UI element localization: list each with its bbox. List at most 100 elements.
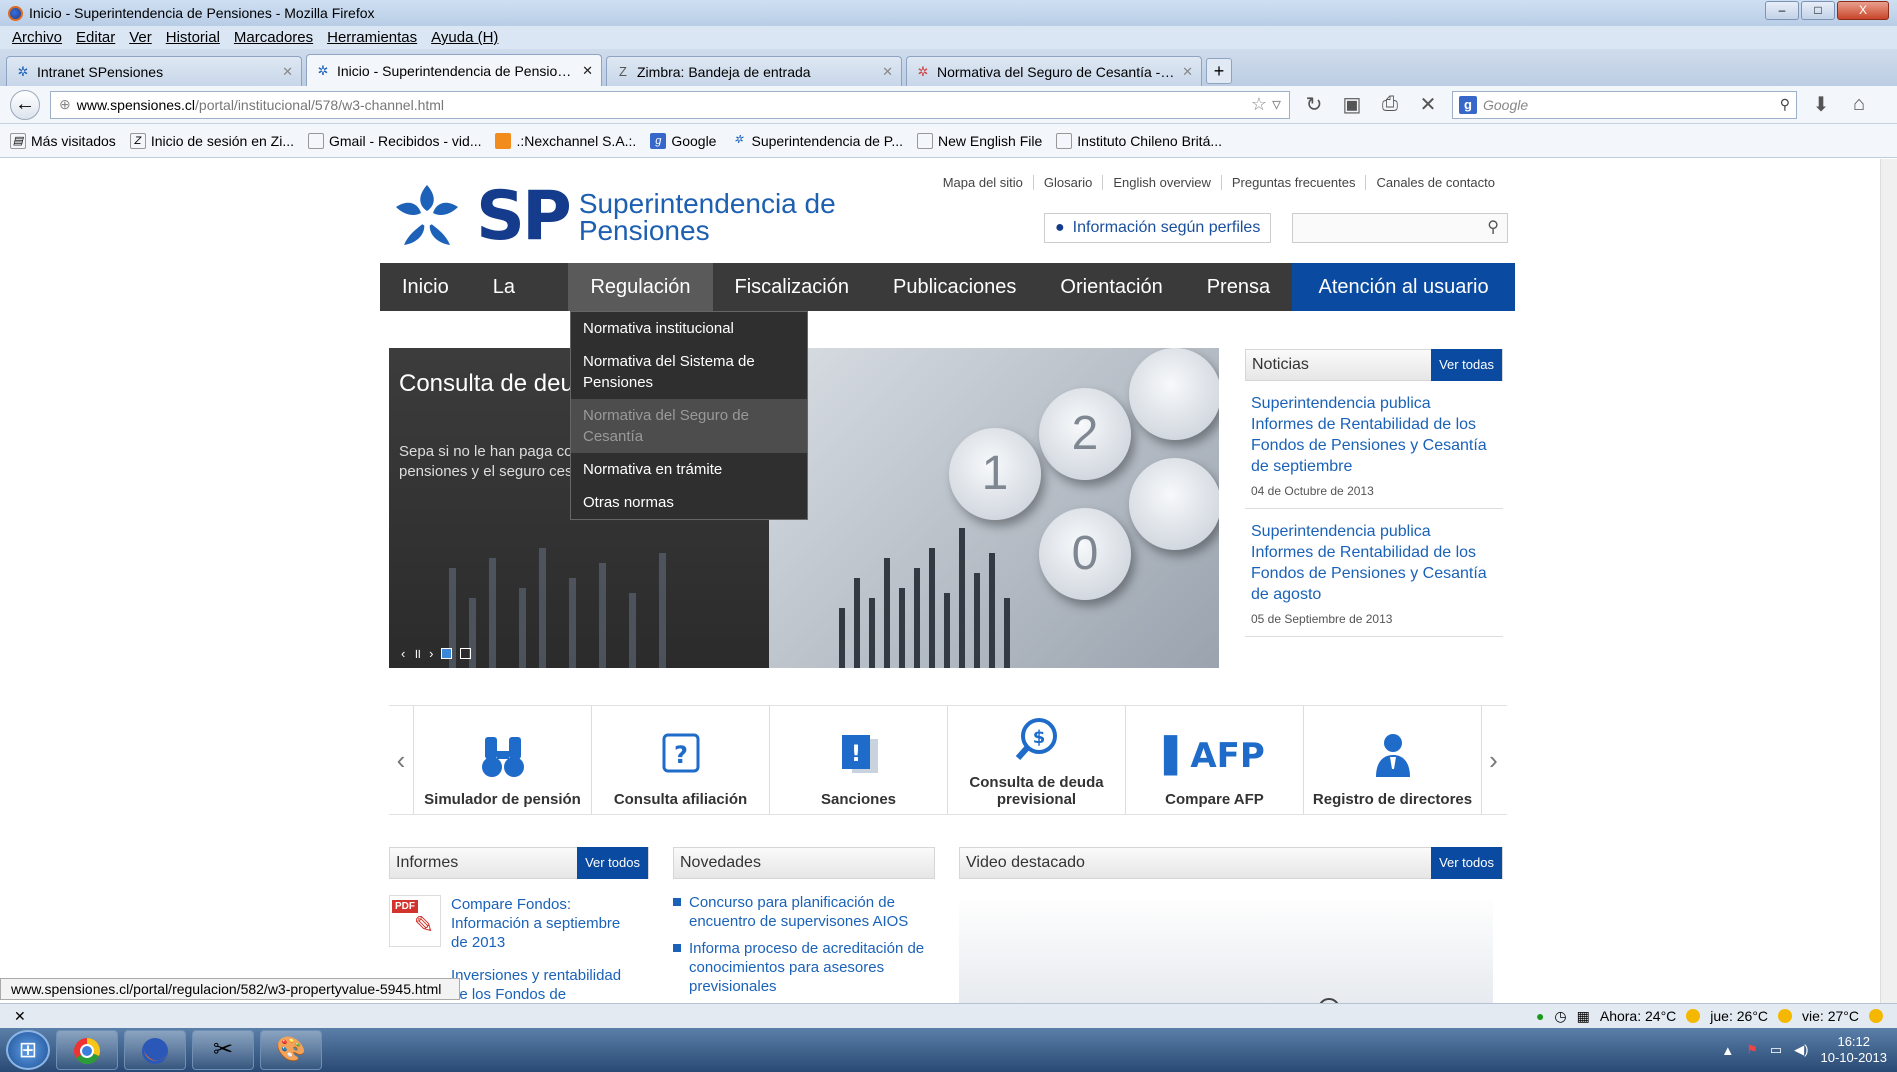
search-icon[interactable]: ⚲ bbox=[1780, 96, 1790, 113]
tab-inicio[interactable]: ✲ Inicio - Superintendencia de Pensiones… bbox=[306, 54, 602, 86]
menu-archivo[interactable]: Archivo bbox=[12, 29, 62, 46]
bookmark-gmail[interactable]: Gmail - Recibidos - vid... bbox=[308, 132, 481, 149]
bookmark-zimbra[interactable]: Z Inicio de sesión en Zi... bbox=[129, 132, 294, 149]
nav-fiscalizacion[interactable]: Fiscalización bbox=[713, 263, 871, 311]
dropdown-item-hovered[interactable]: Normativa del Seguro de Cesantía bbox=[571, 399, 807, 453]
close-window-button[interactable]: X bbox=[1837, 1, 1889, 20]
bookmark-nexchannel[interactable]: .:Nexchannel S.A.:. bbox=[495, 132, 636, 149]
search-input[interactable]: g Google ⚲ bbox=[1452, 90, 1797, 119]
link-mapa-sitio[interactable]: Mapa del sitio bbox=[933, 175, 1033, 190]
stop-icon[interactable]: ✕ bbox=[1414, 92, 1442, 117]
link-preguntas-frecuentes[interactable]: Preguntas frecuentes bbox=[1220, 175, 1366, 190]
shortcut-consulta-afiliacion[interactable]: ? Consulta afiliación bbox=[591, 706, 769, 814]
nav-prensa[interactable]: Prensa bbox=[1185, 263, 1292, 311]
shortcut-registro-directores[interactable]: Registro de directores bbox=[1303, 706, 1481, 814]
link-english-overview[interactable]: English overview bbox=[1102, 175, 1221, 190]
ver-todos-video-button[interactable]: Ver todos bbox=[1431, 847, 1502, 879]
menu-herramientas[interactable]: Herramientas bbox=[327, 29, 417, 46]
bookmark-label: Más visitados bbox=[31, 132, 116, 149]
bookmark-google[interactable]: g Google bbox=[650, 132, 716, 149]
close-tab-icon[interactable]: ✕ bbox=[282, 64, 293, 80]
site-search-input[interactable]: ⚲ bbox=[1292, 213, 1508, 243]
prev-slide-icon[interactable]: ‹ bbox=[401, 646, 405, 661]
shortcut-sanciones[interactable]: ! Sanciones bbox=[769, 706, 947, 814]
menu-ver[interactable]: Ver bbox=[129, 29, 152, 46]
carousel-prev-icon[interactable]: ‹ bbox=[389, 706, 413, 814]
informe-title[interactable]: Compare Fondos: Información a septiembre… bbox=[451, 895, 631, 952]
tab-intranet[interactable]: ✲ Intranet SPensiones ✕ bbox=[6, 56, 302, 86]
bookmark-mas-visitados[interactable]: ▤ Más visitados bbox=[10, 132, 116, 149]
nav-publicaciones[interactable]: Publicaciones bbox=[871, 263, 1038, 311]
tray-arrow-icon[interactable]: ▲ bbox=[1721, 1043, 1734, 1058]
search-icon[interactable]: ⚲ bbox=[1487, 219, 1499, 236]
volume-icon[interactable]: ◀) bbox=[1794, 1042, 1808, 1058]
user-icon: ● bbox=[1055, 219, 1065, 236]
site-logo[interactable]: SP Superintendencia de Pensiones bbox=[388, 177, 836, 256]
weather-widget[interactable]: ● ◷ ▦ Ahora: 24°C jue: 26°C vie: 27°C bbox=[1536, 1008, 1883, 1025]
dropdown-item[interactable]: Normativa en trámite bbox=[571, 453, 807, 486]
close-addon-bar-icon[interactable]: ✕ bbox=[14, 1008, 26, 1025]
slide-dot[interactable] bbox=[460, 647, 472, 659]
reload-icon[interactable]: ↻ bbox=[1300, 92, 1328, 117]
url-bar[interactable]: ⊕ www.spensiones.cl/portal/institucional… bbox=[50, 90, 1290, 119]
addon-icon[interactable]: ▣ bbox=[1338, 92, 1366, 117]
bookmark-label: Instituto Chileno Britá... bbox=[1077, 132, 1223, 149]
nav-regulacion[interactable]: Regulación bbox=[568, 263, 713, 311]
pause-icon[interactable]: ॥ bbox=[413, 644, 421, 662]
flag-icon[interactable]: ⚑ bbox=[1746, 1042, 1758, 1058]
novedad-title[interactable]: Concurso para planificación de encuentro… bbox=[689, 893, 935, 931]
dropdown-item[interactable]: Normativa institucional bbox=[571, 312, 807, 345]
link-canales-contacto[interactable]: Canales de contacto bbox=[1365, 175, 1505, 190]
minimize-button[interactable]: – bbox=[1765, 1, 1799, 20]
news-title[interactable]: Superintendencia publica Informes de Ren… bbox=[1251, 521, 1497, 605]
video-player[interactable] bbox=[959, 899, 1493, 1003]
shortcut-compare-afp[interactable]: ▌AFP Compare AFP bbox=[1125, 706, 1303, 814]
tab-zimbra[interactable]: Z Zimbra: Bandeja de entrada ✕ bbox=[606, 56, 902, 86]
dropdown-item[interactable]: Normativa del Sistema de Pensiones bbox=[571, 345, 807, 399]
network-icon[interactable]: ▭ bbox=[1770, 1042, 1782, 1058]
shortcut-consulta-deuda[interactable]: $ Consulta de deuda previsional bbox=[947, 706, 1125, 814]
nav-la-sp[interactable]: La SP bbox=[471, 263, 569, 346]
chrome-taskbar-icon[interactable] bbox=[56, 1030, 118, 1070]
menu-historial[interactable]: Historial bbox=[166, 29, 220, 46]
firefox-taskbar-icon[interactable] bbox=[124, 1030, 186, 1070]
home-icon[interactable]: ⌂ bbox=[1845, 93, 1873, 116]
paint-taskbar-icon[interactable]: 🎨 bbox=[260, 1030, 322, 1070]
ver-todos-button[interactable]: Ver todos bbox=[577, 847, 648, 879]
bookmark-star-icon[interactable]: ☆ ▿ bbox=[1251, 94, 1281, 115]
carousel-next-icon[interactable]: › bbox=[1481, 706, 1505, 814]
news-title[interactable]: Superintendencia publica Informes de Ren… bbox=[1251, 393, 1497, 477]
nav-atencion-usuario[interactable]: Atención al usuario bbox=[1292, 263, 1515, 311]
menu-ayuda[interactable]: Ayuda (H) bbox=[431, 29, 498, 46]
link-glosario[interactable]: Glosario bbox=[1032, 175, 1102, 190]
next-slide-icon[interactable]: › bbox=[429, 646, 433, 661]
novedad-item: Informa proceso de acreditación de conoc… bbox=[673, 939, 935, 996]
print-icon[interactable]: ⎙ bbox=[1376, 93, 1404, 116]
nav-orientacion[interactable]: Orientación bbox=[1038, 263, 1184, 311]
novedad-title[interactable]: Informa proceso de acreditación de conoc… bbox=[689, 939, 935, 996]
perfiles-button[interactable]: ● Información según perfiles bbox=[1044, 213, 1272, 243]
app-taskbar-icon[interactable]: ✂ bbox=[192, 1030, 254, 1070]
close-tab-icon[interactable]: ✕ bbox=[882, 64, 893, 80]
menu-editar[interactable]: Editar bbox=[76, 29, 115, 46]
clock[interactable]: 16:12 10-10-2013 bbox=[1821, 1034, 1888, 1066]
menu-marcadores[interactable]: Marcadores bbox=[234, 29, 313, 46]
bookmark-instituto[interactable]: Instituto Chileno Britá... bbox=[1056, 132, 1223, 149]
ver-todas-button[interactable]: Ver todas bbox=[1431, 349, 1502, 381]
informe-title[interactable]: Inversiones y rentabilidad de los Fondos… bbox=[451, 966, 631, 1003]
close-tab-icon[interactable]: ✕ bbox=[1182, 64, 1193, 80]
nav-inicio[interactable]: Inicio bbox=[380, 263, 471, 311]
start-button[interactable]: ⊞ bbox=[6, 1030, 50, 1070]
shortcut-simulador[interactable]: Simulador de pensión bbox=[413, 706, 591, 814]
new-tab-button[interactable]: + bbox=[1206, 58, 1232, 84]
maximize-button[interactable]: □ bbox=[1801, 1, 1835, 20]
slide-dot[interactable] bbox=[441, 647, 453, 659]
vertical-scrollbar[interactable] bbox=[1880, 159, 1897, 1003]
close-tab-icon[interactable]: ✕ bbox=[582, 63, 593, 79]
bookmark-new-english-file[interactable]: New English File bbox=[917, 132, 1042, 149]
download-icon[interactable]: ⬇ bbox=[1807, 92, 1835, 117]
dropdown-item[interactable]: Otras normas bbox=[571, 486, 807, 519]
back-button[interactable]: ← bbox=[10, 89, 40, 120]
bookmark-superintendencia[interactable]: ✲ Superintendencia de P... bbox=[730, 133, 903, 149]
tab-normativa[interactable]: ✲ Normativa del Seguro de Cesantía - R..… bbox=[906, 56, 1202, 86]
